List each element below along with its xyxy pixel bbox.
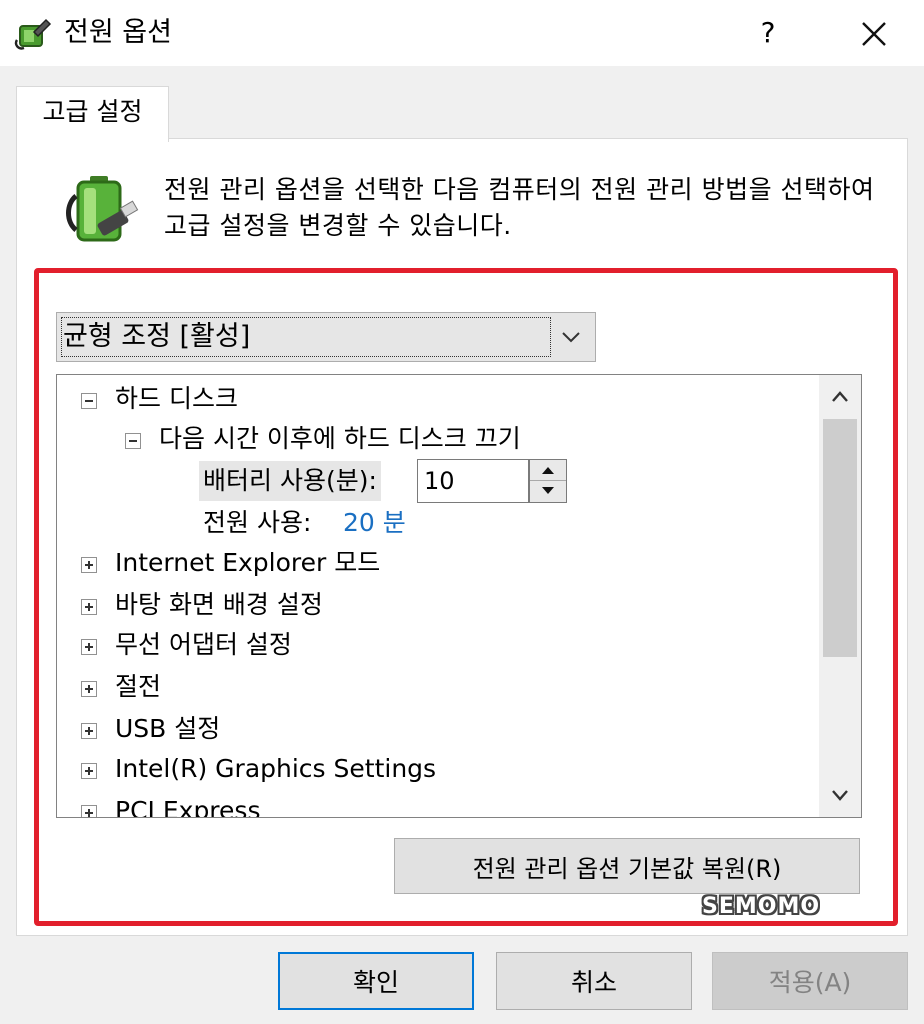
apply-button[interactable]: 적용(A) xyxy=(712,952,908,1010)
settings-tree[interactable]: 하드 디스크 다음 시간 이후에 하드 디스크 끄기 배터리 사용(분): 전원… xyxy=(56,374,862,818)
chevron-down-icon xyxy=(562,332,580,343)
title-bar: 전원 옵션 ? xyxy=(0,0,924,66)
tree-item-label: 바탕 화면 배경 설정 xyxy=(115,590,323,619)
restore-defaults-button[interactable]: 전원 관리 옵션 기본값 복원(R) xyxy=(394,838,860,894)
battery-minutes-input[interactable] xyxy=(417,459,529,503)
triangle-up-icon xyxy=(542,467,554,474)
tree-item-label: Internet Explorer 모드 xyxy=(115,548,381,577)
tree-item-label: PCI Express xyxy=(115,796,261,817)
description-text: 전원 관리 옵션을 선택한 다음 컴퓨터의 전원 관리 방법을 선택하여 고급 … xyxy=(164,175,875,240)
expand-icon[interactable] xyxy=(81,639,97,655)
close-button[interactable] xyxy=(846,6,902,60)
ok-button[interactable]: 확인 xyxy=(278,952,474,1010)
triangle-down-icon xyxy=(542,487,554,494)
tree-item-label: USB 설정 xyxy=(115,714,221,743)
scroll-down-button[interactable] xyxy=(819,773,861,817)
ac-value-link[interactable]: 20 분 xyxy=(343,503,406,543)
stepper-down[interactable] xyxy=(530,481,566,502)
power-plan-select[interactable]: 균형 조정 [활성] xyxy=(56,312,596,362)
battery-label: 배터리 사용(분): xyxy=(199,461,381,501)
ac-label: 전원 사용: xyxy=(203,508,312,537)
watermark: SEMOMO xyxy=(702,894,821,919)
scroll-thumb[interactable] xyxy=(823,419,857,657)
scroll-up-button[interactable] xyxy=(819,375,861,419)
expand-icon[interactable] xyxy=(81,599,97,615)
expand-icon[interactable] xyxy=(81,557,97,573)
tab-advanced-settings[interactable]: 고급 설정 xyxy=(16,86,169,142)
power-plan-value: 균형 조정 [활성] xyxy=(63,321,251,352)
collapse-icon[interactable] xyxy=(81,393,97,409)
tree-item-label: 다음 시간 이후에 하드 디스크 끄기 xyxy=(159,424,521,453)
expand-icon[interactable] xyxy=(81,723,97,739)
battery-minutes-stepper[interactable] xyxy=(529,459,567,503)
expand-icon[interactable] xyxy=(81,763,97,779)
close-icon xyxy=(862,21,886,46)
tree-content: 하드 디스크 다음 시간 이후에 하드 디스크 끄기 배터리 사용(분): 전원… xyxy=(57,375,819,817)
power-options-icon xyxy=(14,18,52,50)
expand-icon[interactable] xyxy=(81,681,97,697)
vertical-scrollbar[interactable] xyxy=(819,375,861,817)
expand-icon[interactable] xyxy=(81,805,97,817)
collapse-icon[interactable] xyxy=(125,433,141,449)
tree-item-label: Intel(R) Graphics Settings xyxy=(115,754,437,783)
window-title: 전원 옵션 xyxy=(64,17,172,48)
help-button[interactable]: ? xyxy=(740,6,796,60)
tree-item-label: 절전 xyxy=(115,672,162,701)
tree-item-label: 무선 어댑터 설정 xyxy=(115,630,292,659)
stepper-up[interactable] xyxy=(530,460,566,481)
tree-item-label: 하드 디스크 xyxy=(115,384,238,413)
battery-plug-icon xyxy=(66,176,139,242)
chevron-up-icon xyxy=(832,391,848,402)
cancel-button[interactable]: 취소 xyxy=(496,952,692,1010)
chevron-down-icon xyxy=(832,790,848,801)
